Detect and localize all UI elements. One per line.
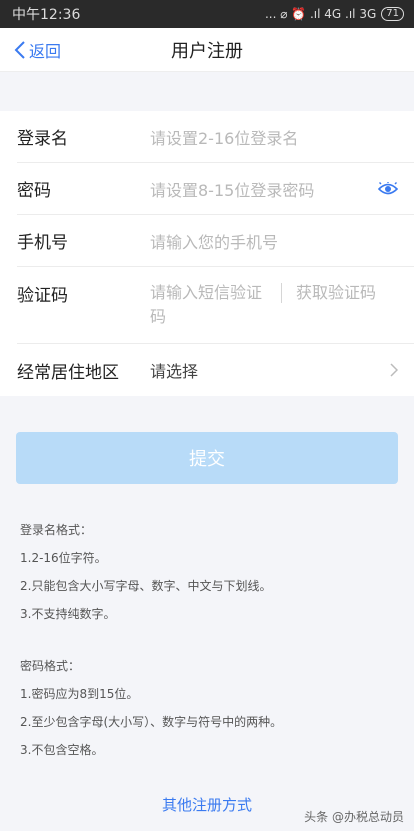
region-row[interactable]: 经常居住地区 请选择 <box>17 344 414 396</box>
username-label: 登录名 <box>17 129 68 149</box>
password-rule: 1.密码应为8到15位。 <box>20 687 139 701</box>
submit-button[interactable]: 提交 <box>16 432 398 484</box>
username-rule: 1.2-16位字符。 <box>20 551 107 565</box>
watermark: 头条 @办税总动员 <box>304 810 404 824</box>
username-format-title: 登录名格式： <box>20 523 93 537</box>
password-label: 密码 <box>17 181 51 201</box>
battery-icon: 71 <box>381 7 404 21</box>
page-title: 用户注册 <box>171 40 243 62</box>
get-code-button[interactable]: 获取验证码 <box>296 281 376 305</box>
status-indicators: ... ⌀ ⏰ .ıl 4G .ıl 3G 71 <box>265 7 404 21</box>
back-button[interactable]: 返回 <box>14 28 61 72</box>
chevron-right-icon <box>390 363 398 377</box>
username-input[interactable]: 请设置2-16位登录名 <box>150 125 398 149</box>
sms-code-input[interactable]: 请输入短信验证码 <box>150 281 268 329</box>
nav-bar: 返回 用户注册 <box>0 28 414 72</box>
region-label: 经常居住地区 <box>17 362 119 383</box>
phone-input[interactable]: 请输入您的手机号 <box>150 229 398 253</box>
password-rule: 2.至少包含字母(大小写）、数字与符号中的两种。 <box>20 715 283 729</box>
chevron-left-icon <box>14 41 25 59</box>
phone-label: 手机号 <box>17 233 68 253</box>
phone-row: 手机号 请输入您的手机号 <box>17 215 414 267</box>
registration-form: 登录名 请设置2-16位登录名 密码 请设置8-15位登录密码 手机号 请输入您… <box>0 111 414 396</box>
status-time: 中午12:36 <box>12 7 81 23</box>
region-select[interactable]: 请选择 <box>150 358 390 382</box>
password-row: 密码 请设置8-15位登录密码 <box>17 163 414 215</box>
sms-row: 验证码 请输入短信验证码 获取验证码 <box>17 267 414 344</box>
username-rule: 2.只能包含大小写字母、数字、中文与下划线。 <box>20 579 272 593</box>
divider <box>281 283 282 303</box>
password-rule: 3.不包含空格。 <box>20 743 104 757</box>
password-format-title: 密码格式： <box>20 659 81 673</box>
back-label: 返回 <box>29 42 62 61</box>
format-notes: 登录名格式： 1.2-16位字符。 2.只能包含大小写字母、数字、中文与下划线。… <box>0 484 414 764</box>
sms-label: 验证码 <box>17 286 68 306</box>
status-bar: 中午12:36 ... ⌀ ⏰ .ıl 4G .ıl 3G 71 <box>0 0 414 28</box>
password-input[interactable]: 请设置8-15位登录密码 <box>150 177 378 201</box>
signal-icons: ... ⌀ ⏰ .ıl 4G .ıl 3G <box>264 7 377 21</box>
eye-icon[interactable] <box>378 181 398 196</box>
username-row: 登录名 请设置2-16位登录名 <box>17 111 414 163</box>
username-rule: 3.不支持纯数字。 <box>20 607 116 621</box>
